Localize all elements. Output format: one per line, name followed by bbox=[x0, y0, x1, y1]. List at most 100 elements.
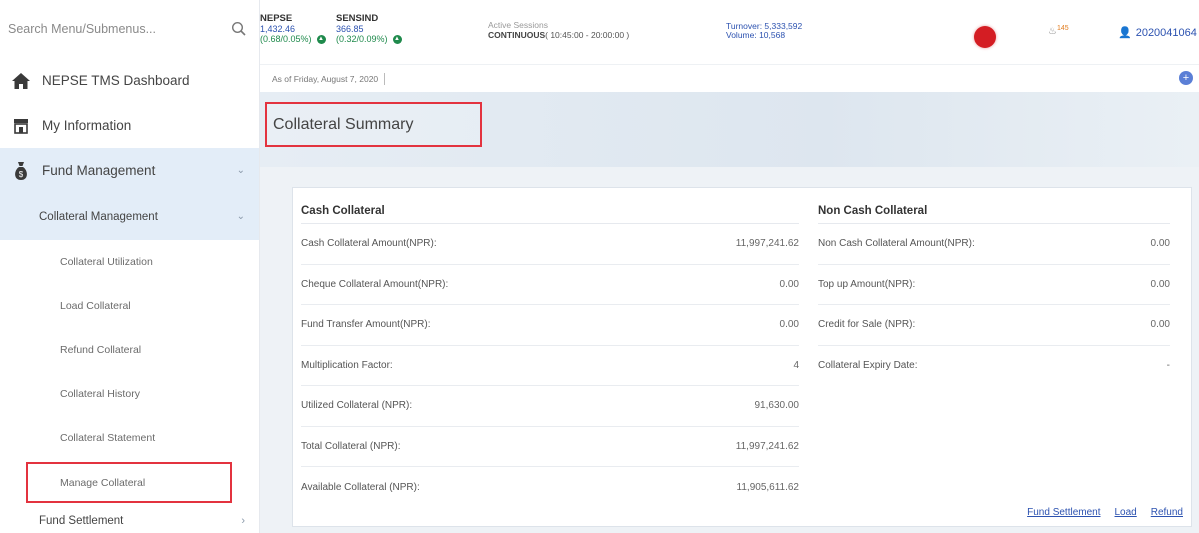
load-link[interactable]: Load bbox=[1115, 507, 1137, 518]
row-value: 91,630.00 bbox=[754, 400, 800, 412]
market-turnover: Turnover: 5,333,592 Volume: 10,568 bbox=[726, 22, 802, 40]
index-name: NEPSE bbox=[260, 13, 293, 24]
index-name: SENSIND bbox=[336, 13, 379, 24]
session-value: CONTINUOUS( 10:45:00 - 20:00:00 ) bbox=[488, 30, 629, 40]
svg-text:$: $ bbox=[19, 170, 24, 179]
section-heading: Cash Collateral bbox=[301, 190, 799, 224]
row-value: 0.00 bbox=[779, 319, 799, 331]
row-value: 11,997,241.62 bbox=[735, 238, 799, 250]
sidebar-item-fund-settlement[interactable]: Fund Settlement › bbox=[0, 504, 259, 533]
row-label: Utilized Collateral (NPR): bbox=[301, 400, 413, 412]
search-input[interactable] bbox=[8, 22, 231, 36]
sidebar-item-collateral-utilization[interactable]: Collateral Utilization bbox=[0, 240, 259, 284]
table-row: Utilized Collateral (NPR): 91,630.00 bbox=[301, 386, 799, 427]
sensind-index: SENSIND 366.85 (0.32/0.09%) ▲ bbox=[336, 14, 402, 44]
top-header: NEPSE 1,432.46 (0.68/0.05%) ▲ SENSIND 36… bbox=[260, 0, 1199, 64]
table-row: Available Collateral (NPR): 11,905,611.62 bbox=[301, 467, 799, 508]
chevron-down-icon: ⌄ bbox=[236, 165, 245, 176]
row-label: Available Collateral (NPR): bbox=[301, 481, 420, 493]
table-row: Non Cash Collateral Amount(NPR): 0.00 bbox=[818, 224, 1170, 265]
sidebar-item-refund-collateral[interactable]: Refund Collateral bbox=[0, 328, 259, 372]
page-header: Collateral Summary bbox=[260, 92, 1199, 167]
row-label: Top up Amount(NPR): bbox=[818, 278, 916, 290]
money-bag-icon: $ bbox=[10, 161, 32, 181]
row-label: Multiplication Factor: bbox=[301, 359, 393, 371]
cash-collateral-section: Cash Collateral Cash Collateral Amount(N… bbox=[301, 188, 799, 508]
as-of-date: As of Friday, August 7, 2020 bbox=[272, 73, 379, 84]
up-arrow-icon: ▲ bbox=[316, 34, 326, 44]
bell-icon: ♨ bbox=[1048, 26, 1057, 37]
sidebar-item-label: Collateral Management bbox=[39, 210, 158, 223]
sidebar-item-my-information[interactable]: My Information bbox=[0, 103, 259, 148]
home-icon bbox=[10, 71, 32, 91]
user-icon: 👤 bbox=[1118, 27, 1132, 39]
table-row: Cheque Collateral Amount(NPR): 0.00 bbox=[301, 265, 799, 305]
sidebar-item-label: Fund Settlement bbox=[39, 515, 124, 527]
row-value: 0.00 bbox=[779, 278, 799, 290]
table-row: Credit for Sale (NPR): 0.00 bbox=[818, 305, 1170, 346]
collateral-summary-card: Cash Collateral Cash Collateral Amount(N… bbox=[292, 187, 1192, 527]
sidebar-item-label: My Information bbox=[42, 118, 132, 133]
search-bar bbox=[0, 0, 259, 58]
live-status-indicator bbox=[974, 26, 996, 48]
sidebar-item-fund-management[interactable]: $ Fund Management ⌄ bbox=[0, 148, 259, 193]
page-title: Collateral Summary bbox=[265, 102, 482, 147]
row-value: 0.00 bbox=[1150, 278, 1170, 290]
user-id: 2020041064 bbox=[1135, 26, 1197, 39]
index-change: (0.32/0.09%) ▲ bbox=[336, 34, 402, 44]
section-heading: Non Cash Collateral bbox=[818, 190, 1170, 224]
nepse-index: NEPSE 1,432.46 (0.68/0.05%) ▲ bbox=[260, 14, 326, 44]
row-label: Collateral Expiry Date: bbox=[818, 360, 918, 372]
sidebar-item-collateral-management[interactable]: Collateral Management ⌄ bbox=[0, 193, 259, 240]
user-menu[interactable]: 👤 2020041064 ⌄ bbox=[1118, 26, 1199, 40]
sidebar-item-collateral-history[interactable]: Collateral History bbox=[0, 372, 259, 416]
row-value: 4 bbox=[793, 359, 799, 371]
non-cash-collateral-section: Non Cash Collateral Non Cash Collateral … bbox=[818, 188, 1170, 386]
table-row: Cash Collateral Amount(NPR): 11,997,241.6… bbox=[301, 224, 799, 265]
chevron-right-icon: › bbox=[241, 515, 245, 527]
session-label: Active Sessions bbox=[488, 20, 548, 30]
refund-link[interactable]: Refund bbox=[1151, 507, 1183, 518]
up-arrow-icon: ▲ bbox=[392, 34, 402, 44]
date-bar: As of Friday, August 7, 2020 + bbox=[260, 64, 1199, 92]
chevron-down-icon: ⌄ bbox=[236, 211, 245, 222]
row-label: Fund Transfer Amount(NPR): bbox=[301, 319, 431, 331]
row-label: Total Collateral (NPR): bbox=[301, 440, 401, 452]
index-value: 366.85 bbox=[336, 24, 364, 34]
index-change-text: (0.32/0.09%) bbox=[336, 34, 388, 44]
session-state: CONTINUOUS bbox=[488, 30, 546, 40]
action-links: Fund Settlement Load Refund bbox=[1027, 507, 1183, 518]
table-row: Collateral Expiry Date: - bbox=[818, 346, 1170, 387]
fund-settlement-link[interactable]: Fund Settlement bbox=[1027, 507, 1100, 518]
sidebar-item-manage-collateral[interactable]: Manage Collateral bbox=[26, 462, 232, 503]
table-row: Top up Amount(NPR): 0.00 bbox=[818, 265, 1170, 305]
notification-count: 145 bbox=[1056, 25, 1069, 32]
session-time: ( 10:45:00 - 20:00:00 ) bbox=[545, 30, 630, 40]
sidebar-item-dashboard[interactable]: NEPSE TMS Dashboard bbox=[0, 58, 259, 103]
store-icon bbox=[10, 116, 32, 136]
volume-value: Volume: 10,568 bbox=[726, 30, 786, 40]
row-label: Credit for Sale (NPR): bbox=[818, 319, 916, 331]
index-change-text: (0.68/0.05%) bbox=[260, 34, 312, 44]
sidebar-item-load-collateral[interactable]: Load Collateral bbox=[0, 284, 259, 328]
active-sessions: Active Sessions CONTINUOUS( 10:45:00 - 2… bbox=[488, 20, 629, 40]
sidebar-item-label: NEPSE TMS Dashboard bbox=[42, 73, 190, 88]
row-label: Cheque Collateral Amount(NPR): bbox=[301, 278, 449, 290]
row-label: Non Cash Collateral Amount(NPR): bbox=[818, 238, 975, 250]
plus-icon[interactable]: + bbox=[1179, 71, 1193, 85]
table-row: Multiplication Factor: 4 bbox=[301, 346, 799, 386]
row-value: 11,997,241.62 bbox=[735, 440, 799, 452]
sidebar-item-label: Fund Management bbox=[42, 163, 156, 178]
index-value: 1,432.46 bbox=[260, 24, 296, 34]
row-label: Cash Collateral Amount(NPR): bbox=[301, 238, 437, 250]
row-value: 0.00 bbox=[1150, 238, 1170, 250]
table-row: Fund Transfer Amount(NPR): 0.00 bbox=[301, 305, 799, 346]
notifications[interactable]: ♨145 bbox=[1048, 25, 1069, 37]
row-value: 0.00 bbox=[1150, 319, 1170, 331]
index-change: (0.68/0.05%) ▲ bbox=[260, 34, 326, 44]
row-value: 11,905,611.62 bbox=[736, 481, 799, 493]
sidebar-item-collateral-statement[interactable]: Collateral Statement bbox=[0, 416, 259, 460]
divider bbox=[384, 72, 386, 85]
sidebar: NEPSE TMS Dashboard My Information $ Fun… bbox=[0, 0, 260, 533]
search-icon[interactable] bbox=[231, 21, 247, 37]
